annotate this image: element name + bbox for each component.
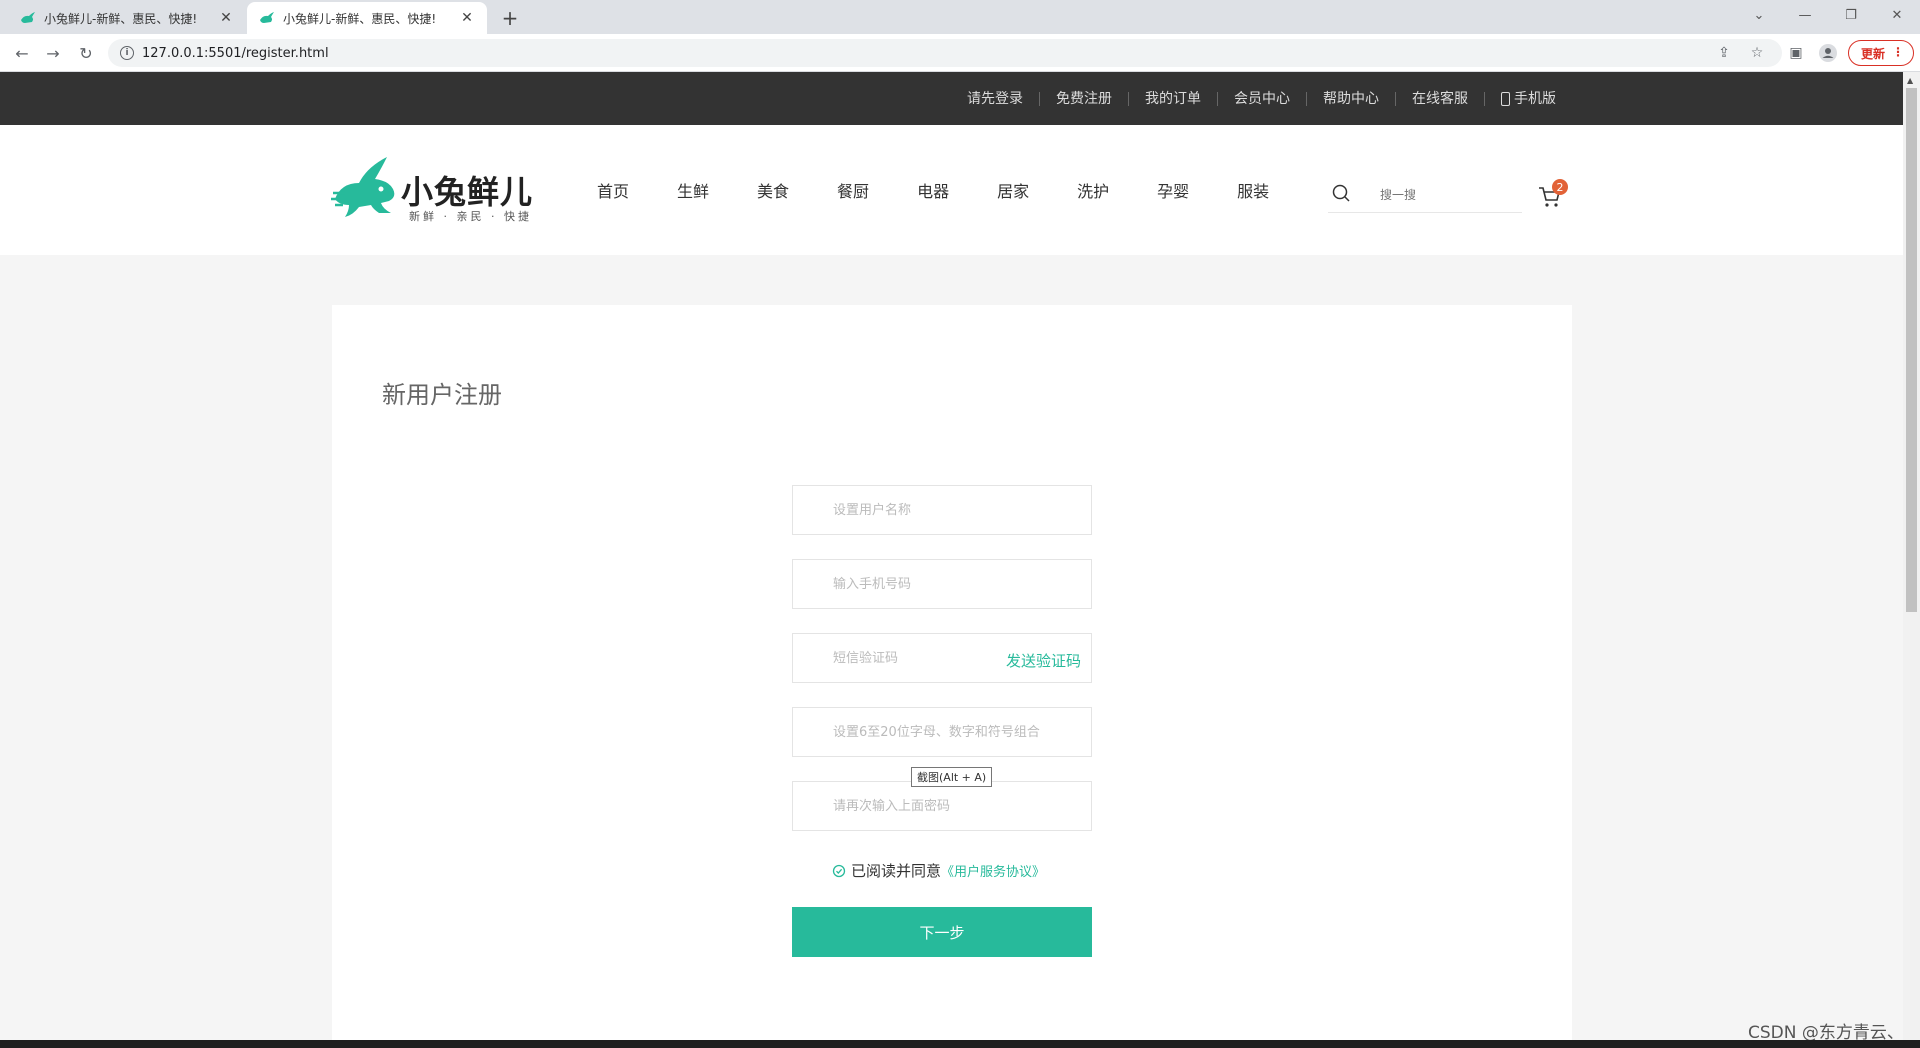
member-center-link[interactable]: 会员中心 [1217, 91, 1306, 106]
logo-slogan: 新鲜 · 亲民 · 快捷 [409, 210, 532, 223]
nav-item-kitchen[interactable]: 餐厨 [837, 178, 869, 202]
password-field [792, 707, 1092, 757]
nav-item-fresh[interactable]: 生鲜 [677, 178, 709, 202]
nav-item-food[interactable]: 美食 [757, 178, 789, 202]
search-input[interactable] [1380, 183, 1520, 207]
scroll-up-arrow-icon[interactable]: ▲ [1907, 76, 1913, 85]
close-tab-icon[interactable]: ✕ [459, 10, 475, 26]
logo-text: 小兔鲜儿 [401, 173, 534, 211]
screenshot-tooltip: 截图(Alt + A) [911, 767, 993, 787]
nav-item-care[interactable]: 洗护 [1077, 178, 1109, 202]
rabbit-favicon-icon [20, 10, 36, 26]
update-button[interactable]: 更新 ⋮ [1848, 40, 1914, 66]
browser-tab-bar: 小兔鲜儿-新鲜、惠民、快捷! ✕ 小兔鲜儿-新鲜、惠民、快捷! ✕ + ⌄ — … [0, 0, 1920, 34]
next-step-button[interactable]: 下一步 [792, 907, 1092, 957]
help-center-link[interactable]: 帮助中心 [1306, 91, 1395, 106]
my-orders-link[interactable]: 我的订单 [1128, 91, 1217, 106]
password-input[interactable] [833, 708, 1083, 756]
minimize-icon[interactable]: — [1782, 0, 1828, 30]
chevron-down-icon[interactable]: ⌄ [1736, 0, 1782, 30]
search-icon[interactable] [1331, 183, 1351, 203]
restore-icon[interactable]: ❐ [1828, 0, 1874, 30]
scroll-thumb[interactable] [1906, 88, 1917, 612]
nav-item-baby[interactable]: 孕婴 [1157, 178, 1189, 202]
sms-code-input[interactable] [833, 634, 993, 682]
nav-item-clothing[interactable]: 服装 [1237, 178, 1269, 202]
username-input[interactable] [833, 486, 1083, 534]
update-label: 更新 [1861, 46, 1886, 61]
cart-count-badge: 2 [1552, 179, 1568, 195]
username-field [792, 485, 1092, 535]
send-code-button[interactable]: 发送验证码 [1006, 650, 1081, 671]
browser-tab[interactable]: 小兔鲜儿-新鲜、惠民、快捷! ✕ [8, 2, 246, 34]
main-nav: 首页 生鲜 美食 餐厨 电器 居家 洗护 孕婴 服装 [597, 125, 1317, 255]
phone-input[interactable] [833, 560, 1083, 608]
confirm-password-input[interactable] [833, 782, 1083, 830]
reload-icon[interactable]: ↻ [74, 41, 98, 65]
tab-title: 小兔鲜儿-新鲜、惠民、快捷! [44, 11, 198, 26]
close-window-icon[interactable]: ✕ [1874, 0, 1920, 30]
register-form: 发送验证码 已阅读并同意 《用户服务协议》 下一步 [792, 485, 1092, 957]
address-bar[interactable]: i 127.0.0.1:5501/register.html [108, 39, 1782, 67]
page-title: 新用户注册 [382, 381, 502, 409]
close-tab-icon[interactable]: ✕ [218, 10, 234, 26]
confirm-password-field [792, 781, 1092, 831]
os-taskbar [0, 1040, 1920, 1048]
rabbit-favicon-icon [259, 10, 275, 26]
sms-code-field: 发送验证码 [792, 633, 1092, 683]
side-panel-icon[interactable]: ▣ [1786, 43, 1806, 63]
login-link[interactable]: 请先登录 [951, 92, 1039, 106]
tab-title: 小兔鲜儿-新鲜、惠民、快捷! [283, 11, 437, 26]
agreement-text: 已阅读并同意 [851, 862, 942, 880]
site-logo[interactable]: 小兔鲜儿 新鲜 · 亲民 · 快捷 [331, 153, 541, 228]
cart-button[interactable]: 2 [1538, 179, 1568, 213]
url-text: 127.0.0.1:5501/register.html [142, 45, 329, 61]
back-arrow-icon[interactable]: ← [10, 41, 34, 65]
new-tab-icon[interactable]: + [498, 6, 522, 30]
page-scrollbar[interactable]: ▲ [1903, 72, 1920, 1040]
search-box [1328, 181, 1522, 213]
register-panel: 新用户注册 发送验证码 已阅读并同意 《用户服务协议》 下一步 截图(Alt +… [332, 305, 1572, 1040]
phone-icon [1501, 91, 1510, 106]
more-menu-icon[interactable]: ⋮ [1892, 45, 1904, 59]
browser-tab-active[interactable]: 小兔鲜儿-新鲜、惠民、快捷! ✕ [247, 2, 487, 34]
star-icon[interactable]: ☆ [1747, 43, 1767, 63]
phone-field [792, 559, 1092, 609]
profile-icon[interactable] [1818, 43, 1838, 63]
share-icon[interactable]: ⇪ [1714, 43, 1734, 63]
check-circle-icon[interactable] [832, 864, 846, 878]
site-header: 小兔鲜儿 新鲜 · 亲民 · 快捷 首页 生鲜 美食 餐厨 电器 居家 洗护 孕… [0, 125, 1903, 255]
online-service-link[interactable]: 在线客服 [1395, 91, 1484, 106]
browser-toolbar: ← → ↻ i 127.0.0.1:5501/register.html ⇪ ☆… [0, 34, 1920, 72]
rabbit-logo-icon [331, 157, 395, 217]
forward-arrow-icon[interactable]: → [41, 41, 65, 65]
nav-item-home[interactable]: 首页 [597, 178, 629, 202]
info-icon[interactable]: i [120, 46, 134, 60]
user-agreement-link[interactable]: 《用户服务协议》 [941, 861, 1045, 880]
nav-item-home-living[interactable]: 居家 [997, 178, 1029, 202]
mobile-version-label: 手机版 [1514, 90, 1556, 107]
site-topbar: 请先登录 免费注册 我的订单 会员中心 帮助中心 在线客服 手机版 [0, 72, 1903, 125]
nav-item-appliances[interactable]: 电器 [917, 178, 949, 202]
register-link[interactable]: 免费注册 [1039, 91, 1128, 106]
mobile-version-link[interactable]: 手机版 [1484, 90, 1572, 107]
agreement-row: 已阅读并同意 《用户服务协议》 [832, 860, 1045, 881]
